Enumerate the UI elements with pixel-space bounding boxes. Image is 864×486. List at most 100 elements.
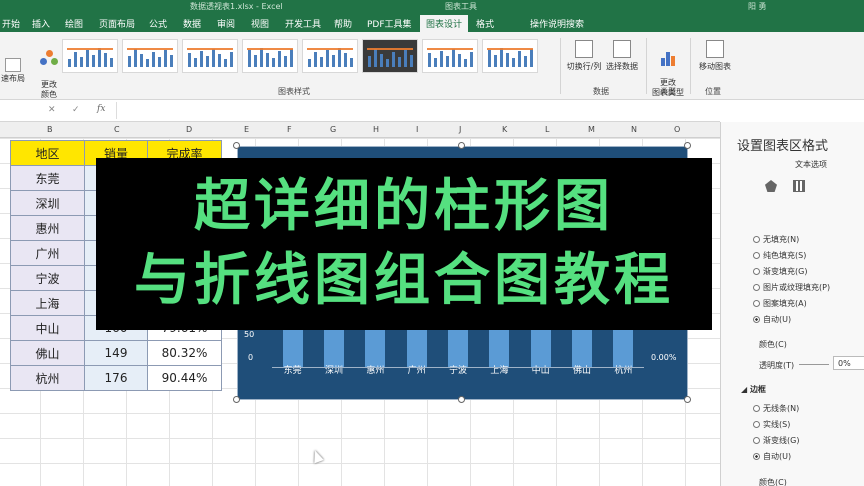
cell-region[interactable]: 中山 — [10, 315, 85, 341]
insert-function-icon[interactable]: fx — [97, 104, 105, 114]
resize-handle[interactable] — [684, 142, 691, 149]
radio-option[interactable]: 纯色填充(S) — [753, 250, 806, 261]
cell-sales[interactable]: 149 — [84, 340, 148, 366]
confirm-icon[interactable]: ✓ — [72, 105, 80, 115]
chart-style-thumbnail[interactable] — [122, 39, 178, 73]
cell-region[interactable]: 东莞 — [10, 165, 85, 191]
radio-label: 图案填充(A) — [763, 299, 807, 308]
column-header[interactable]: E — [244, 125, 249, 134]
radio-option[interactable]: 渐变填充(G) — [753, 266, 807, 277]
chart-style-thumbnail[interactable] — [482, 39, 538, 73]
tab-11[interactable]: 图表设计 — [420, 15, 469, 32]
column-header[interactable]: F — [287, 125, 292, 134]
resize-handle[interactable] — [458, 396, 465, 403]
radio-label: 自动(U) — [763, 452, 792, 461]
cell-region[interactable]: 深圳 — [10, 190, 85, 216]
radio-option[interactable]: 实线(S) — [753, 419, 790, 430]
chart-style-thumbnail[interactable] — [62, 39, 118, 73]
tab-2[interactable]: 绘图 — [65, 17, 83, 30]
chart-style-thumbnail[interactable] — [422, 39, 478, 73]
chart-type-icon — [660, 50, 676, 66]
tab-3[interactable]: 页面布局 — [99, 17, 135, 30]
size-properties-icon[interactable] — [793, 180, 805, 192]
effects-icon[interactable] — [765, 180, 777, 192]
cell-region[interactable]: 广州 — [10, 240, 85, 266]
title-bar: 数据透视表1.xlsx - Excel 图表工具 阳 勇 — [0, 0, 864, 14]
text-options-tab[interactable]: 文本选项 — [795, 159, 827, 170]
cell-rate[interactable]: 90.44% — [147, 365, 222, 391]
cell-sales[interactable]: 176 — [84, 365, 148, 391]
tab-7[interactable]: 视图 — [251, 17, 269, 30]
column-header[interactable]: K — [502, 125, 507, 134]
tab-12[interactable]: 格式 — [476, 17, 494, 30]
quick-layout-button[interactable]: 速布局 — [0, 58, 26, 84]
border-color-label: 颜色(C) — [759, 478, 787, 486]
column-header[interactable]: N — [631, 125, 637, 134]
column-header[interactable]: I — [416, 125, 418, 134]
border-section-header[interactable]: ◢ 边框 — [741, 384, 766, 395]
data-group-label: 数据 — [593, 87, 609, 96]
tab-6[interactable]: 审阅 — [217, 17, 235, 30]
radio-option[interactable]: 自动(U) — [753, 451, 791, 462]
cell-region[interactable]: 佛山 — [10, 340, 85, 366]
column-header[interactable]: J — [459, 125, 461, 134]
tab-13[interactable]: 操作说明搜索 — [530, 17, 584, 30]
select-data-button[interactable]: 选择数据 — [604, 40, 640, 72]
radio-option[interactable]: 无线条(N) — [753, 403, 799, 414]
radio-icon — [753, 268, 760, 275]
palette-icon — [40, 50, 58, 68]
cell-rate[interactable]: 80.32% — [147, 340, 222, 366]
chart-style-thumbnail[interactable] — [242, 39, 298, 73]
chart-style-thumbnail[interactable] — [302, 39, 358, 73]
tab-1[interactable]: 插入 — [32, 17, 50, 30]
radio-option[interactable]: 无填充(N) — [753, 234, 799, 245]
radio-option[interactable]: 图案填充(A) — [753, 298, 807, 309]
left-axis-tick: 50 — [244, 330, 255, 339]
column-header[interactable]: O — [674, 125, 680, 134]
radio-option[interactable]: 自动(U) — [753, 314, 791, 325]
tab-9[interactable]: 帮助 — [334, 17, 352, 30]
select-data-label: 选择数据 — [606, 62, 638, 71]
tab-10[interactable]: PDF工具集 — [367, 17, 412, 30]
chart-style-thumbnail[interactable] — [362, 39, 418, 73]
window-title: 数据透视表1.xlsx - Excel — [190, 2, 283, 11]
switch-row-column-button[interactable]: 切换行/列 — [564, 40, 604, 72]
radio-label: 自动(U) — [763, 315, 792, 324]
column-header[interactable]: D — [186, 125, 192, 134]
cell-region[interactable]: 宁波 — [10, 265, 85, 291]
resize-handle[interactable] — [233, 396, 240, 403]
cell-region[interactable]: 上海 — [10, 290, 85, 316]
header-region[interactable]: 地区 — [10, 140, 85, 166]
move-chart-label: 移动图表 — [699, 62, 731, 71]
transparency-slider[interactable] — [799, 364, 829, 365]
resize-handle[interactable] — [458, 142, 465, 149]
cell-region[interactable]: 惠州 — [10, 215, 85, 241]
column-header[interactable]: L — [545, 125, 549, 134]
cancel-icon[interactable]: ✕ — [48, 105, 56, 115]
change-colors-button[interactable]: 更改 颜色 — [34, 40, 64, 100]
resize-handle[interactable] — [684, 396, 691, 403]
user-name[interactable]: 阳 勇 — [748, 1, 767, 12]
tab-0[interactable]: 开始 — [2, 17, 20, 30]
x-tick-label: 广州 — [407, 366, 426, 376]
chart-style-thumbnail[interactable] — [182, 39, 238, 73]
change-colors-label: 更改 颜色 — [41, 80, 57, 99]
x-tick-label: 东莞 — [283, 366, 302, 376]
tab-5[interactable]: 数据 — [183, 17, 201, 30]
column-header[interactable]: M — [588, 125, 595, 134]
transparency-input[interactable]: 0% — [833, 356, 864, 370]
radio-option[interactable]: 图片或纹理填充(P) — [753, 282, 830, 293]
column-header[interactable]: H — [373, 125, 379, 134]
move-chart-button[interactable]: 移动图表 — [694, 40, 736, 72]
tab-4[interactable]: 公式 — [149, 17, 167, 30]
column-header[interactable]: G — [330, 125, 336, 134]
tab-8[interactable]: 开发工具 — [285, 17, 321, 30]
radio-icon — [753, 453, 760, 460]
resize-handle[interactable] — [233, 142, 240, 149]
formula-input[interactable] — [116, 102, 716, 119]
radio-option[interactable]: 渐变线(G) — [753, 435, 799, 446]
column-header[interactable]: C — [114, 125, 120, 134]
cell-region[interactable]: 杭州 — [10, 365, 85, 391]
ribbon-separator — [690, 38, 691, 94]
column-header[interactable]: B — [47, 125, 53, 134]
